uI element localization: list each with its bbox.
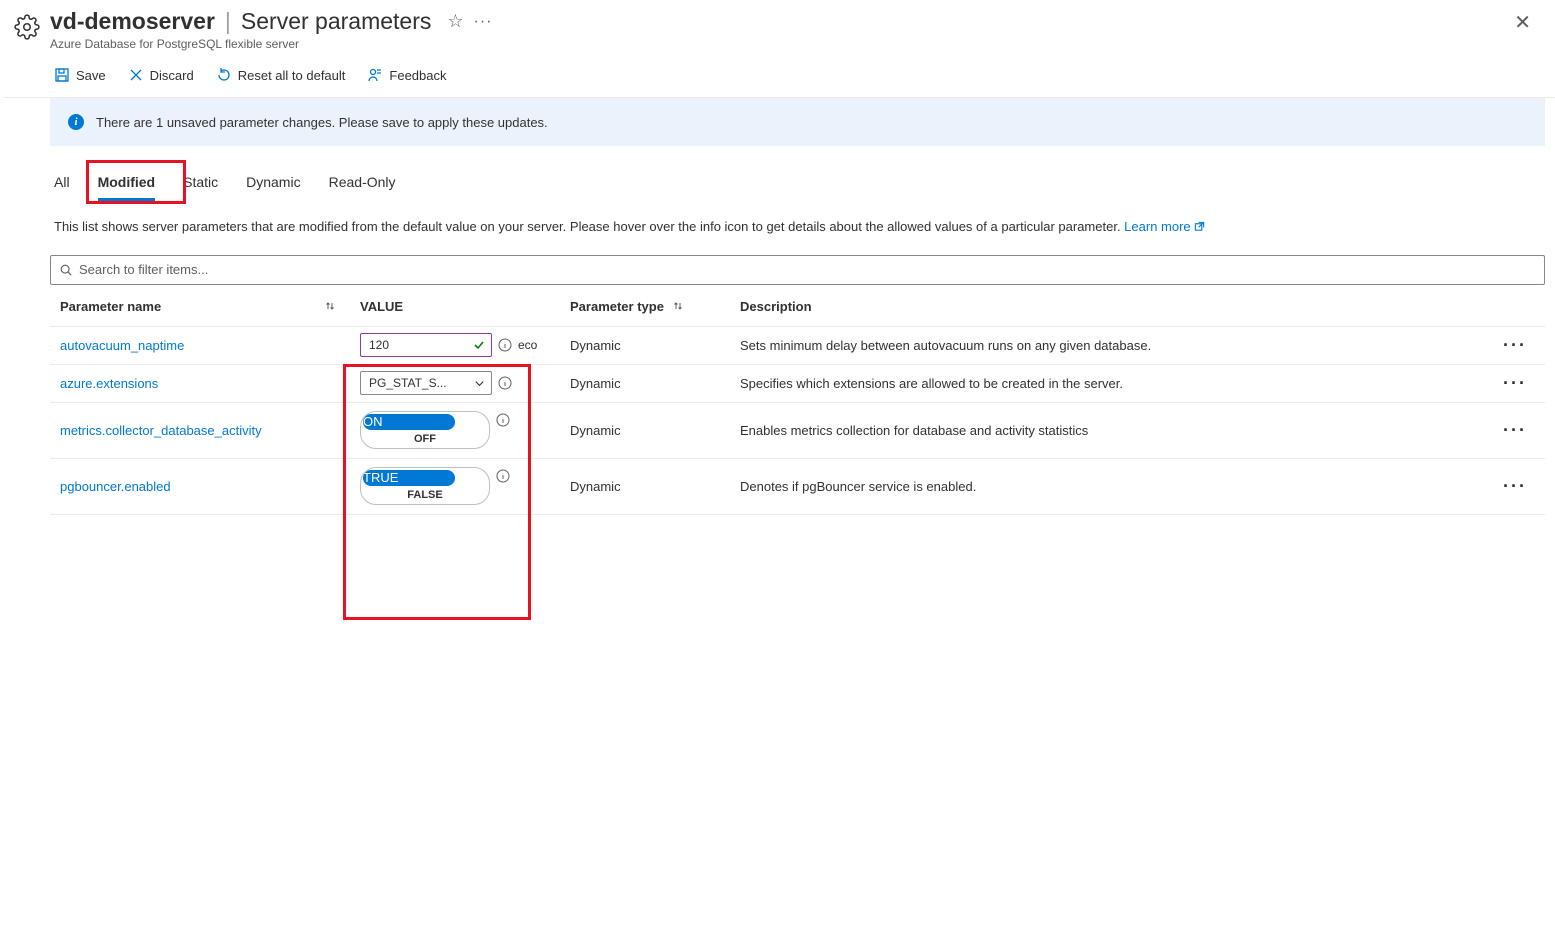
row-more-icon[interactable]: ···	[1503, 420, 1527, 440]
feedback-button[interactable]: Feedback	[367, 67, 446, 83]
chevron-down-icon	[474, 378, 485, 389]
param-desc: Denotes if pgBouncer service is enabled.	[740, 479, 976, 494]
value-suffix: eco	[518, 338, 537, 352]
col-name-label[interactable]: Parameter name	[60, 299, 161, 314]
save-icon	[54, 67, 70, 83]
param-type: Dynamic	[570, 376, 621, 391]
title-separator: |	[225, 8, 231, 35]
table-row: metrics.collector_database_activity ON O…	[50, 403, 1545, 459]
table-header: Parameter name VALUE Parameter type Desc…	[50, 287, 1545, 327]
favorite-star-icon[interactable]: ☆	[447, 11, 463, 32]
table-row: autovacuum_naptime 120 eco Dynamic Sets …	[50, 327, 1545, 365]
tab-readonly[interactable]: Read-Only	[329, 168, 396, 201]
info-icon: i	[68, 114, 84, 130]
tab-all[interactable]: All	[54, 168, 70, 201]
param-link[interactable]: azure.extensions	[60, 376, 158, 391]
save-button[interactable]: Save	[54, 67, 106, 83]
discard-icon	[128, 67, 144, 83]
param-link[interactable]: metrics.collector_database_activity	[60, 423, 262, 438]
sort-icon[interactable]	[672, 300, 684, 312]
description: This list shows server parameters that a…	[50, 201, 1545, 255]
page-title: Server parameters	[241, 8, 431, 35]
info-icon[interactable]	[498, 338, 512, 352]
save-label: Save	[76, 68, 106, 83]
param-type: Dynamic	[570, 423, 621, 438]
learn-more-link[interactable]: Learn more	[1124, 219, 1190, 234]
gear-icon	[14, 14, 40, 40]
check-icon	[473, 339, 485, 351]
banner-text: There are 1 unsaved parameter changes. P…	[96, 115, 548, 130]
tab-modified[interactable]: Modified	[98, 168, 156, 201]
value-text-input[interactable]: 120	[360, 333, 492, 357]
unsaved-banner: i There are 1 unsaved parameter changes.…	[50, 98, 1545, 146]
info-icon[interactable]	[496, 413, 510, 427]
tab-static[interactable]: Static	[183, 168, 218, 201]
discard-label: Discard	[150, 68, 194, 83]
param-desc: Specifies which extensions are allowed t…	[740, 376, 1123, 391]
subtitle: Azure Database for PostgreSQL flexible s…	[50, 37, 1504, 51]
search-icon	[59, 263, 73, 277]
close-icon[interactable]: ✕	[1514, 10, 1531, 35]
external-link-icon	[1194, 221, 1205, 232]
reset-label: Reset all to default	[238, 68, 346, 83]
param-desc: Sets minimum delay between autovacuum ru…	[740, 338, 1151, 353]
reset-button[interactable]: Reset all to default	[216, 67, 346, 83]
header-more-icon[interactable]: ···	[474, 13, 493, 31]
row-more-icon[interactable]: ···	[1503, 335, 1527, 355]
sort-icon[interactable]	[324, 300, 336, 312]
value-toggle[interactable]: TRUE FALSE	[360, 467, 490, 505]
toggle-off: OFF	[361, 430, 489, 448]
search-input[interactable]	[79, 262, 1536, 277]
value-toggle[interactable]: ON OFF	[360, 411, 490, 449]
toggle-on: TRUE	[363, 470, 455, 486]
param-link[interactable]: autovacuum_naptime	[60, 338, 184, 353]
info-icon[interactable]	[498, 376, 512, 390]
reset-icon	[216, 67, 232, 83]
param-link[interactable]: pgbouncer.enabled	[60, 479, 171, 494]
col-desc-label[interactable]: Description	[740, 299, 812, 314]
toggle-off: FALSE	[361, 486, 489, 504]
tab-dynamic[interactable]: Dynamic	[246, 168, 300, 201]
param-type: Dynamic	[570, 479, 621, 494]
feedback-icon	[367, 67, 383, 83]
col-value-label[interactable]: VALUE	[360, 299, 403, 314]
search-box[interactable]	[50, 255, 1545, 285]
param-type: Dynamic	[570, 338, 621, 353]
value-dropdown[interactable]: PG_STAT_S...	[360, 371, 492, 395]
feedback-label: Feedback	[389, 68, 446, 83]
toggle-on: ON	[363, 414, 455, 430]
info-icon[interactable]	[496, 469, 510, 483]
table-row: pgbouncer.enabled TRUE FALSE Dynamic Den…	[50, 459, 1545, 515]
row-more-icon[interactable]: ···	[1503, 373, 1527, 393]
server-name: vd-demoserver	[50, 8, 215, 35]
col-type-label[interactable]: Parameter type	[570, 299, 664, 314]
row-more-icon[interactable]: ···	[1503, 476, 1527, 496]
table-row: azure.extensions PG_STAT_S... Dynamic Sp…	[50, 365, 1545, 403]
param-desc: Enables metrics collection for database …	[740, 423, 1088, 438]
discard-button[interactable]: Discard	[128, 67, 194, 83]
